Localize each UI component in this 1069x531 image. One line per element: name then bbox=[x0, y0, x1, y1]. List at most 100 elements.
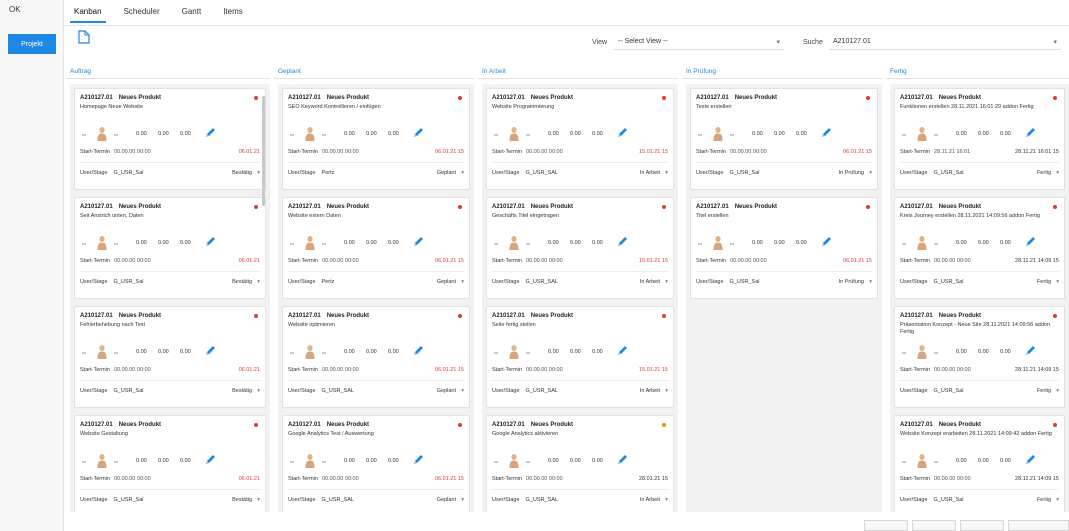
user-value[interactable]: G_USR_Sal bbox=[934, 279, 964, 285]
stage-select[interactable]: Geplant bbox=[437, 279, 456, 285]
person-icon[interactable] bbox=[304, 453, 316, 468]
footer-button-1[interactable] bbox=[864, 520, 908, 531]
person-icon[interactable] bbox=[96, 126, 108, 141]
new-document-icon[interactable] bbox=[78, 30, 90, 44]
person-icon[interactable] bbox=[304, 126, 316, 141]
stage-select[interactable]: Bestätig bbox=[232, 170, 252, 176]
user-value[interactable]: G_USR_Sal bbox=[114, 497, 144, 503]
stage-select[interactable]: In Arbeit bbox=[640, 170, 660, 176]
column-title[interactable]: Geplant bbox=[278, 68, 301, 75]
stage-select[interactable]: Bestätig bbox=[232, 497, 252, 503]
edit-icon[interactable] bbox=[820, 127, 832, 139]
stage-select[interactable]: In Arbeit bbox=[640, 497, 660, 503]
task-card[interactable]: A210127.01 Neues Produkt Homepage Neue Web… bbox=[74, 88, 266, 190]
user-value[interactable]: G_USR_Sal bbox=[730, 279, 760, 285]
chevron-down-icon[interactable]: ▾ bbox=[1056, 170, 1059, 176]
column-title[interactable]: Fertig bbox=[890, 68, 907, 75]
chevron-down-icon[interactable]: ▾ bbox=[461, 388, 464, 394]
user-value[interactable]: G_USR_Sal bbox=[934, 170, 964, 176]
footer-button-4[interactable] bbox=[1008, 520, 1069, 531]
edit-icon[interactable] bbox=[204, 345, 216, 357]
edit-icon[interactable] bbox=[820, 236, 832, 248]
edit-icon[interactable] bbox=[1024, 345, 1036, 357]
edit-icon[interactable] bbox=[204, 127, 216, 139]
task-card[interactable]: A210127.01 Neues Produkt Website Programmi… bbox=[486, 88, 674, 190]
user-value[interactable]: G_USR_SAL bbox=[526, 497, 558, 503]
person-icon[interactable] bbox=[916, 235, 928, 250]
user-value[interactable]: G_USR_SAL bbox=[526, 170, 558, 176]
column-title[interactable]: In Arbeit bbox=[482, 68, 506, 75]
stage-select[interactable]: Fertig bbox=[1037, 279, 1051, 285]
edit-icon[interactable] bbox=[616, 454, 628, 466]
user-value[interactable]: G_USR_SAL bbox=[322, 388, 354, 394]
tab-gantt[interactable]: Gantt bbox=[178, 5, 206, 23]
user-value[interactable]: G_USR_SAL bbox=[526, 279, 558, 285]
edit-icon[interactable] bbox=[1024, 236, 1036, 248]
task-card[interactable]: A210127.01 Neues Produkt SEO Keyword Kontr… bbox=[282, 88, 470, 190]
person-icon[interactable] bbox=[508, 344, 520, 359]
user-value[interactable]: G_USR_Sal bbox=[730, 170, 760, 176]
edit-icon[interactable] bbox=[1024, 454, 1036, 466]
user-value[interactable]: G_USR_SAL bbox=[526, 388, 558, 394]
chevron-down-icon[interactable]: ▾ bbox=[257, 497, 260, 503]
user-value[interactable]: G_USR_Sal bbox=[934, 497, 964, 503]
chevron-down-icon[interactable]: ▾ bbox=[461, 279, 464, 285]
person-icon[interactable] bbox=[304, 235, 316, 250]
chevron-down-icon[interactable]: ▾ bbox=[869, 279, 872, 285]
task-card[interactable]: A210127.01 Neues Produkt Titel erstellen ▭ ▭… bbox=[690, 197, 878, 299]
person-icon[interactable] bbox=[304, 344, 316, 359]
person-icon[interactable] bbox=[96, 235, 108, 250]
person-icon[interactable] bbox=[508, 453, 520, 468]
stage-select[interactable]: Fertig bbox=[1037, 388, 1051, 394]
person-icon[interactable] bbox=[916, 344, 928, 359]
edit-icon[interactable] bbox=[412, 454, 424, 466]
footer-button-2[interactable] bbox=[912, 520, 956, 531]
chevron-down-icon[interactable]: ▾ bbox=[1056, 279, 1059, 285]
person-icon[interactable] bbox=[508, 126, 520, 141]
stage-select[interactable]: Bestätig bbox=[232, 279, 252, 285]
task-card[interactable]: A210127.01 Neues Produkt Kreis Journey ers… bbox=[894, 197, 1065, 299]
footer-button-3[interactable] bbox=[960, 520, 1004, 531]
edit-icon[interactable] bbox=[412, 345, 424, 357]
tab-kanban[interactable]: Kanban bbox=[70, 5, 106, 23]
task-card[interactable]: A210127.01 Neues Produkt Website Gestaltun… bbox=[74, 415, 266, 512]
task-card[interactable]: A210127.01 Neues Produkt Google Analytics … bbox=[282, 415, 470, 512]
chevron-down-icon[interactable]: ▾ bbox=[461, 170, 464, 176]
person-icon[interactable] bbox=[712, 235, 724, 250]
column-scrollbar[interactable] bbox=[262, 96, 265, 206]
task-card[interactable]: A210127.01 Neues Produkt Präsentation Konz… bbox=[894, 306, 1065, 408]
stage-select[interactable]: In Prüfung bbox=[839, 279, 864, 285]
user-value[interactable]: G_USR_Sal bbox=[934, 388, 964, 394]
user-value[interactable]: G_USR_Sal bbox=[114, 388, 144, 394]
chevron-down-icon[interactable]: ▾ bbox=[869, 170, 872, 176]
chevron-down-icon[interactable]: ▾ bbox=[257, 388, 260, 394]
user-value[interactable]: G_USR_SAL bbox=[322, 497, 354, 503]
task-card[interactable]: A210127.01 Neues Produkt Seite fertig stel… bbox=[486, 306, 674, 408]
tab-items[interactable]: Items bbox=[219, 5, 247, 23]
stage-select[interactable]: Fertig bbox=[1037, 497, 1051, 503]
edit-icon[interactable] bbox=[616, 345, 628, 357]
stage-select[interactable]: Geplant bbox=[437, 388, 456, 394]
chevron-down-icon[interactable]: ▾ bbox=[257, 279, 260, 285]
person-icon[interactable] bbox=[916, 126, 928, 141]
chevron-down-icon[interactable]: ▾ bbox=[461, 497, 464, 503]
chevron-down-icon[interactable]: ▾ bbox=[665, 388, 668, 394]
task-card[interactable]: A210127.01 Neues Produkt Texte erstellen ▭ ▭… bbox=[690, 88, 878, 190]
person-icon[interactable] bbox=[916, 453, 928, 468]
person-icon[interactable] bbox=[96, 453, 108, 468]
column-title[interactable]: Auftrag bbox=[70, 68, 91, 75]
task-card[interactable]: A210127.01 Neues Produkt Google Analytics … bbox=[486, 415, 674, 512]
tab-scheduler[interactable]: Scheduler bbox=[120, 5, 164, 23]
user-value[interactable]: G_USR_Sal bbox=[114, 279, 144, 285]
column-title[interactable]: In Prüfung bbox=[686, 68, 716, 75]
edit-icon[interactable] bbox=[412, 127, 424, 139]
chevron-down-icon[interactable]: ▾ bbox=[1056, 388, 1059, 394]
task-card[interactable]: A210127.01 Neues Produkt Website extern Da… bbox=[282, 197, 470, 299]
edit-icon[interactable] bbox=[1024, 127, 1036, 139]
task-card[interactable]: A210127.01 Neues Produkt Seit Anstrich unt… bbox=[74, 197, 266, 299]
chevron-down-icon[interactable]: ▾ bbox=[665, 170, 668, 176]
edit-icon[interactable] bbox=[412, 236, 424, 248]
task-card[interactable]: A210127.01 Neues Produkt Website Konzept e… bbox=[894, 415, 1065, 512]
ok-button[interactable]: OK bbox=[9, 5, 21, 14]
person-icon[interactable] bbox=[508, 235, 520, 250]
